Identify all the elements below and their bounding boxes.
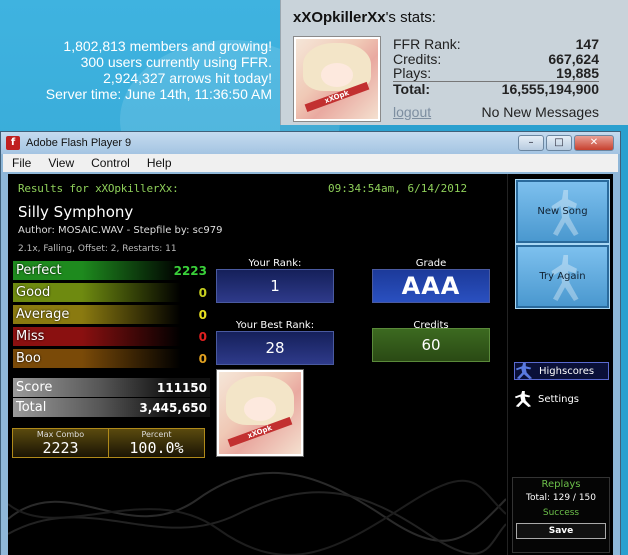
judge-miss: Miss 0: [13, 327, 210, 346]
your-rank-box: 1: [216, 269, 334, 303]
judge-value: 0: [198, 351, 207, 366]
judge-value: 0: [198, 285, 207, 300]
grade-label: Grade: [415, 258, 447, 269]
judge-value: 0: [198, 307, 207, 322]
menu-help[interactable]: Help: [138, 156, 180, 170]
highscores-label: Highscores: [539, 365, 595, 377]
stat-value: 147: [575, 36, 599, 52]
judge-label: Perfect: [16, 263, 62, 278]
replays-panel: Replays Total: 129 / 150 Success Save: [512, 477, 610, 553]
replays-status: Success: [542, 508, 580, 518]
grade-box: AAA: [372, 269, 490, 303]
judge-boo: Boo 0: [13, 349, 210, 368]
stat-row-rank: FFR Rank: 147: [393, 37, 599, 52]
stat-row-plays: Plays: 19,885: [393, 66, 599, 81]
flash-icon: f: [6, 136, 20, 150]
judge-good: Good 0: [13, 283, 210, 302]
messages-status[interactable]: No New Messages: [482, 104, 600, 120]
avatar[interactable]: xXOpk: [293, 36, 381, 122]
stat-row-total: Total: 16,555,194,900: [393, 80, 599, 97]
window-controls: – □ ✕: [518, 135, 614, 151]
settings-button[interactable]: Settings: [514, 390, 609, 408]
panel-username[interactable]: xXOpkillerXx: [293, 9, 386, 26]
flash-player-window: f Adobe Flash Player 9 – □ ✕ File View C…: [0, 131, 621, 555]
results-header: Results for xXOpkillerXx:: [18, 182, 179, 195]
combo-percent-box: Max Combo 2223 Percent 100.0%: [12, 428, 205, 458]
members-count: 1,802,813 members and growing!: [63, 38, 272, 54]
stat-label: Total:: [393, 80, 431, 97]
window-titlebar[interactable]: f Adobe Flash Player 9 – □ ✕: [1, 132, 620, 154]
replays-count: Total: 129 / 150: [525, 493, 597, 503]
play-options: 2.1x, Falling, Offset: 2, Restarts: 11: [18, 244, 177, 254]
best-rank-box: 28: [216, 331, 334, 365]
avatar-face: [320, 63, 354, 87]
stat-value: 16,555,194,900: [501, 80, 599, 97]
wave-decoration: [8, 471, 506, 555]
avatar-image: xXOpk: [296, 39, 378, 119]
judge-label: Good: [16, 285, 51, 300]
your-rank-label: Your Rank:: [248, 258, 302, 269]
panel-links: logout No New Messages: [393, 104, 599, 120]
judge-label: Average: [16, 307, 70, 322]
player-avatar: xXOpk: [216, 369, 304, 457]
percent-value: 100.0%: [129, 439, 184, 457]
site-stats: 1,802,813 members and growing! 300 users…: [2, 38, 272, 102]
song-title: Silly Symphony: [18, 203, 134, 221]
menu-view[interactable]: View: [39, 156, 82, 170]
user-stats-panel: xXOpkillerXx's stats: xXOpk FFR Rank: 147…: [280, 0, 628, 125]
score-value: 111150: [156, 380, 207, 395]
close-button[interactable]: ✕: [574, 135, 614, 151]
new-song-button[interactable]: New Song: [515, 179, 610, 244]
panel-title-suffix: 's stats:: [385, 9, 436, 26]
dancer-icon: [514, 391, 532, 407]
minimize-button[interactable]: –: [518, 135, 544, 151]
judge-value: 2223: [173, 263, 207, 278]
judge-label: Miss: [16, 329, 45, 344]
stat-label: FFR Rank:: [393, 36, 461, 52]
try-again-button[interactable]: Try Again: [515, 244, 610, 309]
new-song-label: New Song: [537, 206, 588, 217]
dancer-icon: [515, 363, 533, 379]
logout-link[interactable]: logout: [393, 104, 431, 120]
arrows-hit: 2,924,327 arrows hit today!: [103, 70, 272, 86]
stat-row-credits: Credits: 667,624: [393, 50, 599, 67]
settings-label: Settings: [538, 393, 580, 405]
stat-label: Credits:: [393, 50, 442, 67]
users-online: 300 users currently using FFR.: [80, 54, 272, 70]
score-label: Score: [16, 380, 53, 395]
total-value: 3,445,650: [139, 400, 207, 415]
judge-perfect: Perfect 2223: [13, 261, 210, 280]
try-again-label: Try Again: [539, 271, 586, 282]
player-avatar-image: xXOpk: [219, 372, 301, 454]
judge-value: 0: [198, 329, 207, 344]
stat-value: 667,624: [548, 50, 599, 67]
total-label: Total: [16, 400, 47, 415]
judge-label: Boo: [16, 351, 41, 366]
results-sidebar: New Song Try Again Highscores Settings R…: [506, 174, 613, 555]
stats-table: FFR Rank: 147 Credits: 667,624 Plays: 19,88…: [393, 37, 599, 96]
stat-label: Plays:: [393, 65, 432, 81]
panel-title: xXOpkillerXx's stats:: [293, 9, 436, 26]
replays-title: Replays: [541, 479, 581, 490]
song-author: Author: MOSAIC.WAV - Stepfile by: sc979: [18, 225, 223, 236]
game-canvas: Results for xXOpkillerXx: 09:34:54am, 6/…: [8, 174, 613, 555]
window-title: Adobe Flash Player 9: [26, 137, 132, 149]
menu-control[interactable]: Control: [82, 156, 138, 170]
results-timestamp: 09:34:54am, 6/14/2012: [328, 182, 468, 195]
max-combo-value: 2223: [42, 439, 79, 457]
total-row: Total 3,445,650: [13, 398, 210, 417]
maximize-button[interactable]: □: [546, 135, 572, 151]
menu-file[interactable]: File: [3, 156, 39, 170]
max-combo: Max Combo 2223: [13, 429, 109, 457]
stat-value: 19,885: [556, 65, 599, 81]
score-row: Score 111150: [13, 378, 210, 397]
judge-average: Average 0: [13, 305, 210, 324]
server-time: Server time: June 14th, 11:36:50 AM: [45, 86, 272, 102]
menu-bar: File View Control Help: [3, 154, 618, 172]
save-replay-button[interactable]: Save: [516, 523, 606, 539]
best-rank-label: Your Best Rank:: [235, 320, 315, 331]
percent: Percent 100.0%: [109, 429, 204, 457]
highscores-button[interactable]: Highscores: [514, 362, 609, 380]
credits-box: 60: [372, 328, 490, 362]
